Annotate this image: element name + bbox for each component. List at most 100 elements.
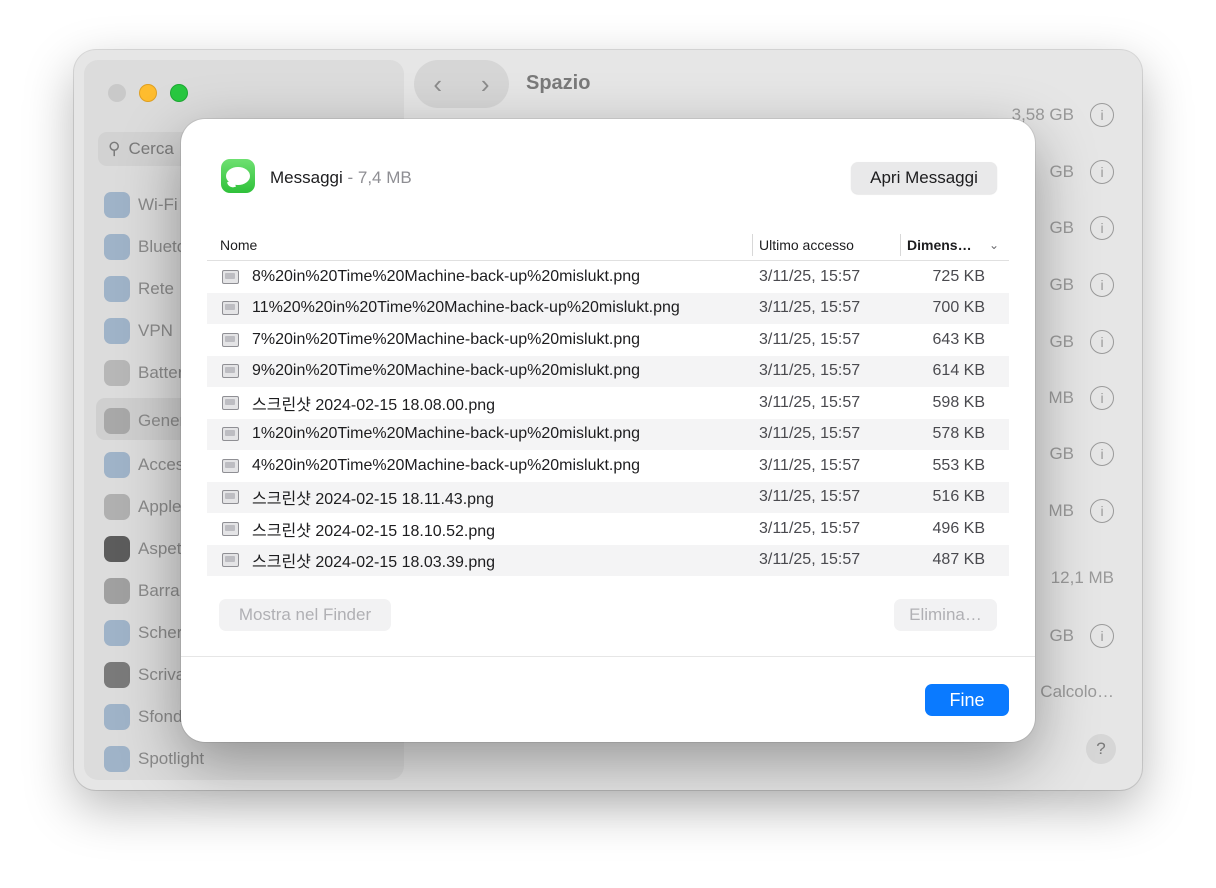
gear-icon: [104, 408, 130, 434]
info-icon[interactable]: i: [1090, 273, 1114, 297]
column-header-last-access[interactable]: Ultimo accesso: [759, 229, 854, 261]
info-icon[interactable]: i: [1090, 499, 1114, 523]
storage-category-row: GB i: [1049, 273, 1114, 297]
storage-category-row: 12,1 MB: [1051, 568, 1114, 588]
file-row[interactable]: 스크린샷 2024-02-15 18.08.00.png 3/11/25, 15:…: [207, 387, 1009, 419]
info-icon[interactable]: i: [1090, 386, 1114, 410]
file-size: 487 KB: [932, 551, 985, 569]
storage-value: GB: [1049, 218, 1074, 237]
minimize-window-button[interactable]: [139, 84, 157, 102]
spotlight-icon: [104, 746, 130, 772]
file-size: 578 KB: [932, 425, 985, 443]
forward-button[interactable]: ›: [481, 69, 490, 100]
sidebar-item[interactable]: Spotlight: [104, 742, 204, 776]
wallpaper-icon: [104, 704, 130, 730]
delete-button[interactable]: Elimina…: [894, 599, 997, 631]
info-icon[interactable]: i: [1090, 103, 1114, 127]
file-row[interactable]: 스크린샷 2024-02-15 18.11.43.png 3/11/25, 15:…: [207, 481, 1009, 513]
file-name: 8%20in%20Time%20Machine-back-up%20misluk…: [252, 267, 641, 285]
sidebar-item-label: VPN: [138, 321, 173, 340]
navigation-buttons: ‹ ›: [414, 60, 509, 108]
file-last-access: 3/11/25, 15:57: [759, 456, 861, 474]
file-name: 스크린샷 2024-02-15 18.03.39.png: [252, 554, 496, 572]
done-button[interactable]: Fine: [925, 684, 1009, 716]
info-icon[interactable]: i: [1090, 160, 1114, 184]
file-size: 553 KB: [932, 456, 985, 474]
app-name: Messaggi: [270, 168, 343, 187]
file-name: 1%20in%20Time%20Machine-back-up%20misluk…: [252, 425, 641, 443]
file-row[interactable]: 1%20in%20Time%20Machine-back-up%20misluk…: [207, 418, 1009, 450]
image-file-icon: [222, 553, 239, 568]
search-icon: ⚲: [108, 139, 121, 158]
storage-category-row: GB i: [1049, 442, 1114, 466]
storage-category-row: Calcolo…: [1040, 682, 1114, 702]
file-name: 11%20%20in%20Time%20Machine-back-up%20mi…: [252, 299, 680, 317]
accessibility-icon: [104, 452, 130, 478]
app-title: Messaggi - 7,4 MB: [270, 168, 412, 188]
info-icon[interactable]: i: [1090, 330, 1114, 354]
file-last-access: 3/11/25, 15:57: [759, 551, 861, 569]
file-row[interactable]: 4%20in%20Time%20Machine-back-up%20misluk…: [207, 450, 1009, 482]
column-divider[interactable]: [752, 234, 753, 256]
file-row[interactable]: 11%20%20in%20Time%20Machine-back-up%20mi…: [207, 292, 1009, 324]
storage-value: GB: [1049, 162, 1074, 181]
storage-value: GB: [1049, 444, 1074, 463]
storage-category-row: MB i: [1048, 499, 1114, 523]
storage-category-row: GB i: [1049, 216, 1114, 240]
file-row[interactable]: 7%20in%20Time%20Machine-back-up%20misluk…: [207, 324, 1009, 356]
sidebar-item[interactable]: Sfondo: [104, 700, 192, 734]
desktop-icon: [104, 662, 130, 688]
file-row[interactable]: 스크린샷 2024-02-15 18.03.39.png 3/11/25, 15:…: [207, 544, 1009, 576]
app-size: - 7,4 MB: [342, 168, 412, 187]
storage-value: MB: [1048, 388, 1075, 407]
close-window-button[interactable]: [108, 84, 126, 102]
column-header-name[interactable]: Nome: [220, 229, 257, 261]
file-size: 643 KB: [932, 330, 985, 348]
file-list: 8%20in%20Time%20Machine-back-up%20misluk…: [207, 261, 1009, 576]
image-file-icon: [222, 521, 239, 536]
sort-chevron-down-icon[interactable]: ⌄: [989, 229, 999, 261]
apple-intelligence-icon: [104, 494, 130, 520]
image-file-icon: [222, 458, 239, 473]
file-row[interactable]: 스크린샷 2024-02-15 18.10.52.png 3/11/25, 15:…: [207, 513, 1009, 545]
storage-value: Calcolo…: [1040, 682, 1114, 701]
image-file-icon: [222, 490, 239, 505]
info-icon[interactable]: i: [1090, 624, 1114, 648]
file-row[interactable]: 9%20in%20Time%20Machine-back-up%20misluk…: [207, 355, 1009, 387]
show-in-finder-button[interactable]: Mostra nel Finder: [219, 599, 391, 631]
zoom-window-button[interactable]: [170, 84, 188, 102]
sidebar-item[interactable]: Wi-Fi: [104, 188, 178, 222]
info-icon[interactable]: i: [1090, 442, 1114, 466]
file-last-access: 3/11/25, 15:57: [759, 488, 861, 506]
column-header-size[interactable]: Dimens…: [907, 229, 972, 261]
file-last-access: 3/11/25, 15:57: [759, 393, 861, 411]
messages-app-icon: [221, 159, 255, 193]
file-name: 스크린샷 2024-02-15 18.11.43.png: [252, 491, 494, 509]
sidebar-item-label: Rete: [138, 279, 174, 298]
control-center-icon: [104, 578, 130, 604]
file-last-access: 3/11/25, 15:57: [759, 362, 861, 380]
image-file-icon: [222, 332, 239, 347]
file-row[interactable]: 8%20in%20Time%20Machine-back-up%20misluk…: [207, 261, 1009, 293]
bluetooth-icon: [104, 234, 130, 260]
file-size: 516 KB: [932, 488, 985, 506]
info-icon[interactable]: i: [1090, 216, 1114, 240]
app-storage-dialog: Messaggi - 7,4 MB Apri Messaggi Nome Ult…: [181, 119, 1035, 742]
file-size: 700 KB: [932, 299, 985, 317]
back-button[interactable]: ‹: [433, 69, 442, 100]
help-button[interactable]: ?: [1086, 734, 1116, 764]
storage-category-row: GB i: [1049, 330, 1114, 354]
open-messages-button[interactable]: Apri Messaggi: [851, 162, 997, 194]
sidebar-item[interactable]: Rete: [104, 272, 174, 306]
storage-value: GB: [1049, 275, 1074, 294]
sidebar-item[interactable]: VPN: [104, 314, 173, 348]
file-name: 9%20in%20Time%20Machine-back-up%20misluk…: [252, 362, 641, 380]
file-last-access: 3/11/25, 15:57: [759, 519, 861, 537]
file-last-access: 3/11/25, 15:57: [759, 425, 861, 443]
file-size: 614 KB: [932, 362, 985, 380]
image-file-icon: [222, 269, 239, 284]
appearance-icon: [104, 536, 130, 562]
file-size: 598 KB: [932, 393, 985, 411]
column-divider[interactable]: [900, 234, 901, 256]
storage-value: MB: [1048, 501, 1075, 520]
